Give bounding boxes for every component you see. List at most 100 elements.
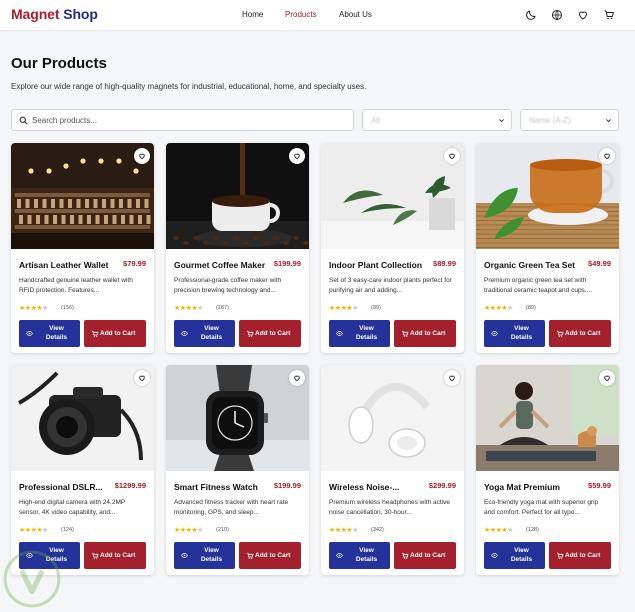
product-description: Professional-grade coffee maker with pre… [174, 277, 282, 294]
cart-icon[interactable] [603, 9, 615, 21]
product-card[interactable]: Yoga Mat Premium $59.99 Eco-friendly yoga … [476, 365, 619, 575]
product-card[interactable]: Smart Fitness Watch $199.99 Advanced fitne… [166, 365, 309, 575]
product-image[interactable] [11, 143, 154, 249]
rating-stars: ★★★★★ [329, 304, 358, 312]
search-input[interactable] [32, 113, 342, 128]
rating-stars: ★★★★★ [19, 526, 48, 534]
nav-link-home[interactable]: Home [242, 10, 263, 19]
eye-icon [491, 331, 498, 336]
star-icon: ★ [507, 527, 513, 534]
view-details-button[interactable]: View Details [19, 320, 80, 347]
product-price: $59.99 [588, 481, 611, 490]
heart-icon[interactable] [577, 9, 589, 21]
product-card[interactable]: Artisan Leather Wallet $79.99 Handcrafted … [11, 143, 154, 353]
favorite-button[interactable] [444, 370, 460, 386]
rating-stars: ★★★★★ [484, 526, 513, 534]
heart-icon [294, 153, 300, 160]
eye-icon [491, 553, 498, 558]
cart-icon [92, 330, 99, 337]
moon-icon[interactable] [525, 9, 537, 21]
product-name[interactable]: Professional DSLR... [19, 482, 103, 492]
add-to-cart-button[interactable]: Add to Cart [394, 542, 456, 569]
add-to-cart-button[interactable]: Add to Cart [549, 542, 611, 569]
product-image[interactable] [166, 143, 309, 249]
view-details-label: View Details [510, 547, 533, 563]
category-select[interactable]: All [362, 109, 512, 131]
product-name[interactable]: Gourmet Coffee Maker [174, 260, 265, 270]
brand-logo[interactable]: Magnet Shop [11, 6, 98, 22]
add-to-cart-label: Add to Cart [100, 330, 136, 337]
favorite-button[interactable] [289, 370, 305, 386]
favorite-button[interactable] [444, 148, 460, 164]
favorite-button[interactable] [134, 370, 150, 386]
view-details-button[interactable]: View Details [174, 542, 235, 569]
cart-icon [247, 552, 254, 559]
view-details-label: View Details [200, 547, 223, 563]
eye-icon [26, 331, 33, 336]
review-count: (187) [216, 305, 229, 311]
rating-stars: ★★★★★ [19, 304, 48, 312]
favorite-button[interactable] [599, 148, 615, 164]
review-count: (89) [526, 305, 536, 311]
rating-stars: ★★★★★ [174, 526, 203, 534]
heart-icon [604, 153, 610, 160]
globe-icon[interactable] [551, 9, 563, 21]
product-image[interactable] [321, 143, 464, 249]
cart-icon [402, 552, 409, 559]
cart-icon [402, 330, 409, 337]
product-image[interactable] [321, 365, 464, 471]
product-name[interactable]: Yoga Mat Premium [484, 482, 560, 492]
add-to-cart-button[interactable]: Add to Cart [549, 320, 611, 347]
review-count: (89) [371, 305, 381, 311]
product-name[interactable]: Wireless Noise-... [329, 482, 399, 492]
search-box[interactable] [11, 109, 354, 131]
add-to-cart-button[interactable]: Add to Cart [239, 320, 301, 347]
product-name[interactable]: Artisan Leather Wallet [19, 260, 108, 270]
nav-link-products[interactable]: Products [285, 10, 317, 19]
view-details-button[interactable]: View Details [484, 542, 545, 569]
sort-select-value: Name (A-Z) [529, 116, 571, 125]
favorite-button[interactable] [599, 370, 615, 386]
favorite-button[interactable] [134, 148, 150, 164]
view-details-button[interactable]: View Details [329, 542, 390, 569]
product-card[interactable]: Wireless Noise-... $299.99 Premium wireles… [321, 365, 464, 575]
product-image[interactable] [11, 365, 154, 471]
product-card[interactable]: Gourmet Coffee Maker $199.99 Professional-… [166, 143, 309, 353]
page-subtitle: Explore our wide range of high-quality m… [11, 82, 367, 91]
heart-icon [449, 153, 455, 160]
product-description: Eco-friendly yoga mat with superior grip… [484, 499, 599, 516]
add-to-cart-button[interactable]: Add to Cart [84, 320, 146, 347]
review-count: (210) [216, 527, 229, 533]
brand-name-part1: Magnet [11, 6, 60, 22]
favorite-button[interactable] [289, 148, 305, 164]
product-name[interactable]: Smart Fitness Watch [174, 482, 258, 492]
heart-icon [449, 375, 455, 382]
brand-name-part2: Shop [63, 6, 98, 22]
product-image[interactable] [166, 365, 309, 471]
review-count: (156) [61, 305, 74, 311]
add-to-cart-label: Add to Cart [565, 330, 601, 337]
nav-link-about-us[interactable]: About Us [339, 10, 372, 19]
product-name[interactable]: Indoor Plant Collection [329, 260, 422, 270]
add-to-cart-label: Add to Cart [410, 552, 446, 559]
product-card[interactable]: Organic Green Tea Set $49.99 Premium organ… [476, 143, 619, 353]
product-name[interactable]: Organic Green Tea Set [484, 260, 575, 270]
add-to-cart-label: Add to Cart [100, 552, 136, 559]
add-to-cart-button[interactable]: Add to Cart [239, 542, 301, 569]
add-to-cart-button[interactable]: Add to Cart [84, 542, 146, 569]
rating-stars: ★★★★★ [329, 526, 358, 534]
product-price: $79.99 [123, 259, 146, 268]
sort-select[interactable]: Name (A-Z) [520, 109, 619, 131]
view-details-label: View Details [510, 325, 533, 341]
cart-icon [247, 330, 254, 337]
product-image[interactable] [476, 365, 619, 471]
rating-stars: ★★★★★ [484, 304, 513, 312]
view-details-button[interactable]: View Details [329, 320, 390, 347]
add-to-cart-button[interactable]: Add to Cart [394, 320, 456, 347]
product-image[interactable] [476, 143, 619, 249]
product-card[interactable]: Indoor Plant Collection $89.99 Set of 3 ea… [321, 143, 464, 353]
view-details-button[interactable]: View Details [174, 320, 235, 347]
view-details-button[interactable]: View Details [484, 320, 545, 347]
product-card[interactable]: Professional DSLR... $1299.99 High-end dig… [11, 365, 154, 575]
product-description: Advanced fitness tracker with heart rate… [174, 499, 289, 516]
